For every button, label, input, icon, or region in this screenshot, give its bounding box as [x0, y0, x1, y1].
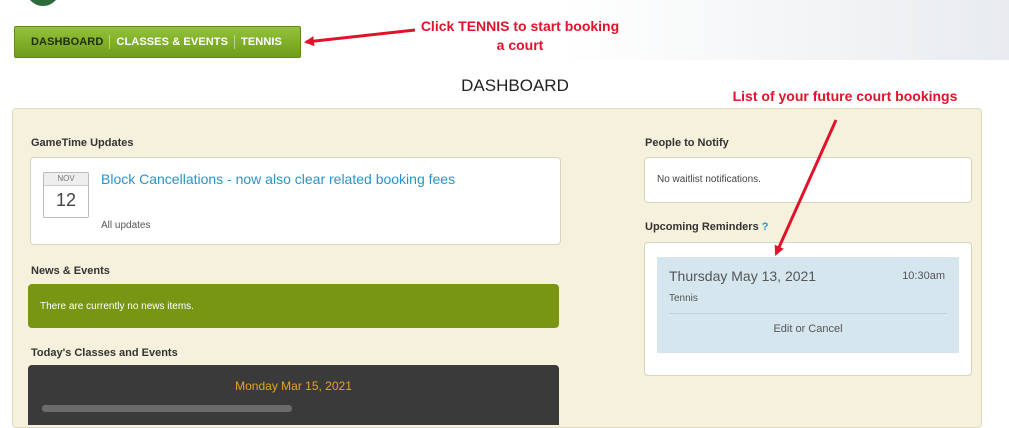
help-icon[interactable]: ? — [762, 221, 769, 233]
nav-tennis[interactable]: TENNIS — [235, 35, 288, 49]
date-day: 12 — [55, 190, 77, 210]
tennis-callout: Click TENNIS to start booking a court — [420, 18, 620, 53]
booking-sport: Tennis — [669, 293, 698, 304]
news-items-bar: There are currently no news items. — [28, 284, 559, 328]
classes-date: Monday Mar 15, 2021 — [235, 379, 352, 393]
edit-or-cancel-link[interactable]: Edit or Cancel — [657, 323, 959, 335]
calendar-date-badge: NOV 12 — [43, 172, 89, 218]
gametime-updates-heading: GameTime Updates — [31, 137, 134, 149]
date-month: NOV — [44, 173, 88, 186]
reminder-divider — [669, 313, 947, 314]
club-logo — [26, 0, 60, 6]
notify-card: No waitlist notifications. — [644, 157, 972, 203]
update-headline-link[interactable]: Block Cancellations - now also clear rel… — [101, 170, 461, 188]
nav-classes-events[interactable]: CLASSES & EVENTS — [110, 35, 234, 49]
news-events-heading: News & Events — [31, 265, 110, 277]
classes-events-box: Monday Mar 15, 2021 — [28, 365, 559, 425]
gametime-updates-card: NOV 12 Block Cancellations - now also cl… — [30, 157, 561, 245]
reminders-card: Thursday May 13, 2021 10:30am Tennis Edi… — [644, 242, 972, 376]
upcoming-reminders-heading: Upcoming Reminders ? — [645, 221, 768, 233]
tennis-arrow — [304, 28, 416, 47]
notify-message: No waitlist notifications. — [657, 174, 761, 185]
all-updates-link[interactable]: All updates — [101, 220, 150, 231]
people-to-notify-heading: People to Notify — [645, 137, 729, 149]
reminders-title: Upcoming Reminders — [645, 221, 759, 233]
classes-item-placeholder — [42, 405, 292, 412]
booking-date: Thursday May 13, 2021 — [669, 268, 817, 284]
header-shade — [560, 0, 1009, 60]
classes-events-heading: Today's Classes and Events — [31, 347, 178, 359]
booking-time: 10:30am — [902, 270, 945, 282]
page-title: DASHBOARD — [461, 76, 569, 95]
bookings-callout: List of your future court bookings — [732, 88, 958, 104]
main-nav: DASHBOARD CLASSES & EVENTS TENNIS — [14, 26, 301, 58]
nav-dashboard[interactable]: DASHBOARD — [25, 35, 109, 49]
booking-reminder: Thursday May 13, 2021 10:30am Tennis Edi… — [657, 257, 959, 353]
